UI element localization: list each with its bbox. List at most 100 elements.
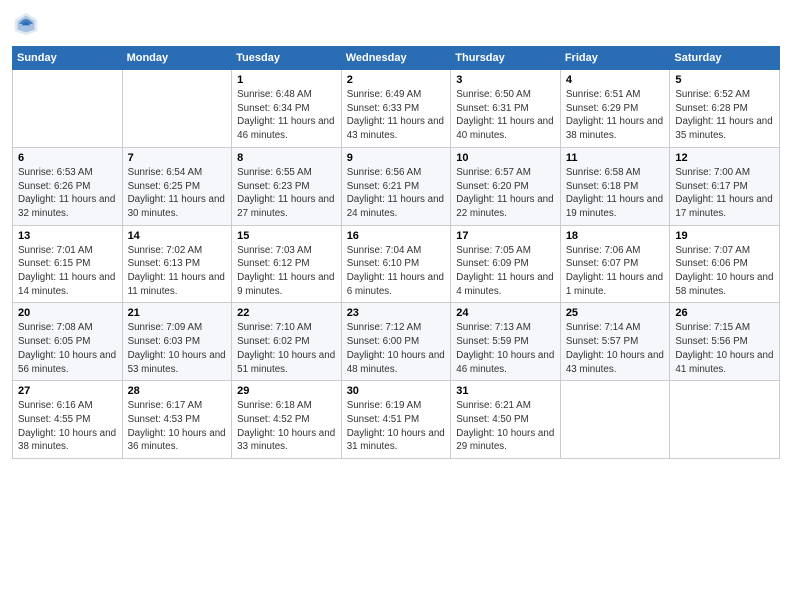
calendar-cell: 31 Sunrise: 6:21 AMSunset: 4:50 PMDayligh… [451, 381, 561, 459]
calendar-cell: 28 Sunrise: 6:17 AMSunset: 4:53 PMDayligh… [122, 381, 232, 459]
day-number: 25 [566, 307, 665, 319]
calendar-cell: 24 Sunrise: 7:13 AMSunset: 5:59 PMDayligh… [451, 303, 561, 381]
day-number: 31 [456, 385, 555, 397]
calendar-cell [122, 70, 232, 148]
calendar-header-saturday: Saturday [670, 47, 780, 70]
day-info: Sunrise: 7:13 AMSunset: 5:59 PMDaylight:… [456, 321, 555, 376]
day-number: 21 [128, 307, 227, 319]
calendar-week-1: 1 Sunrise: 6:48 AMSunset: 6:34 PMDaylight… [13, 70, 780, 148]
calendar-cell: 3 Sunrise: 6:50 AMSunset: 6:31 PMDaylight… [451, 70, 561, 148]
day-info: Sunrise: 6:48 AMSunset: 6:34 PMDaylight:… [237, 88, 336, 143]
day-number: 4 [566, 74, 665, 86]
day-info: Sunrise: 7:00 AMSunset: 6:17 PMDaylight:… [675, 166, 774, 221]
day-info: Sunrise: 6:53 AMSunset: 6:26 PMDaylight:… [18, 166, 117, 221]
calendar-cell [560, 381, 670, 459]
day-number: 14 [128, 230, 227, 242]
calendar-header-sunday: Sunday [13, 47, 123, 70]
logo-icon [12, 10, 40, 38]
day-info: Sunrise: 7:14 AMSunset: 5:57 PMDaylight:… [566, 321, 665, 376]
calendar-week-4: 20 Sunrise: 7:08 AMSunset: 6:05 PMDayligh… [13, 303, 780, 381]
day-number: 23 [347, 307, 446, 319]
calendar-header-thursday: Thursday [451, 47, 561, 70]
calendar-cell: 23 Sunrise: 7:12 AMSunset: 6:00 PMDayligh… [341, 303, 451, 381]
day-number: 16 [347, 230, 446, 242]
day-number: 20 [18, 307, 117, 319]
calendar-cell [13, 70, 123, 148]
day-number: 26 [675, 307, 774, 319]
day-number: 12 [675, 152, 774, 164]
calendar-week-3: 13 Sunrise: 7:01 AMSunset: 6:15 PMDayligh… [13, 225, 780, 303]
calendar-cell: 11 Sunrise: 6:58 AMSunset: 6:18 PMDayligh… [560, 147, 670, 225]
day-number: 27 [18, 385, 117, 397]
day-info: Sunrise: 6:55 AMSunset: 6:23 PMDaylight:… [237, 166, 336, 221]
day-info: Sunrise: 6:19 AMSunset: 4:51 PMDaylight:… [347, 399, 446, 454]
day-number: 3 [456, 74, 555, 86]
day-info: Sunrise: 7:05 AMSunset: 6:09 PMDaylight:… [456, 244, 555, 299]
calendar-cell: 22 Sunrise: 7:10 AMSunset: 6:02 PMDayligh… [232, 303, 342, 381]
calendar-cell: 10Sunrise: 6:57 AMSunset: 6:20 PMDayligh… [451, 147, 561, 225]
day-number: 17 [456, 230, 555, 242]
day-number: 9 [347, 152, 446, 164]
day-number: 19 [675, 230, 774, 242]
logo [12, 10, 44, 38]
day-info: Sunrise: 6:54 AMSunset: 6:25 PMDaylight:… [128, 166, 227, 221]
day-number: 30 [347, 385, 446, 397]
day-info: Sunrise: 7:10 AMSunset: 6:02 PMDaylight:… [237, 321, 336, 376]
calendar-table: SundayMondayTuesdayWednesdayThursdayFrid… [12, 46, 780, 459]
day-number: 28 [128, 385, 227, 397]
day-info: Sunrise: 7:01 AMSunset: 6:15 PMDaylight:… [18, 244, 117, 299]
calendar-cell: 19 Sunrise: 7:07 AMSunset: 6:06 PMDayligh… [670, 225, 780, 303]
calendar-week-5: 27 Sunrise: 6:16 AMSunset: 4:55 PMDayligh… [13, 381, 780, 459]
day-info: Sunrise: 7:07 AMSunset: 6:06 PMDaylight:… [675, 244, 774, 299]
calendar-cell: 25 Sunrise: 7:14 AMSunset: 5:57 PMDayligh… [560, 303, 670, 381]
day-number: 22 [237, 307, 336, 319]
day-info: Sunrise: 7:04 AMSunset: 6:10 PMDaylight:… [347, 244, 446, 299]
day-info: Sunrise: 6:56 AMSunset: 6:21 PMDaylight:… [347, 166, 446, 221]
day-info: Sunrise: 6:49 AMSunset: 6:33 PMDaylight:… [347, 88, 446, 143]
day-info: Sunrise: 6:52 AMSunset: 6:28 PMDaylight:… [675, 88, 774, 143]
calendar-cell: 8 Sunrise: 6:55 AMSunset: 6:23 PMDaylight… [232, 147, 342, 225]
day-number: 2 [347, 74, 446, 86]
header [12, 10, 780, 38]
calendar-cell: 30 Sunrise: 6:19 AMSunset: 4:51 PMDayligh… [341, 381, 451, 459]
calendar-cell: 9 Sunrise: 6:56 AMSunset: 6:21 PMDaylight… [341, 147, 451, 225]
day-info: Sunrise: 6:50 AMSunset: 6:31 PMDaylight:… [456, 88, 555, 143]
day-info: Sunrise: 7:12 AMSunset: 6:00 PMDaylight:… [347, 321, 446, 376]
day-info: Sunrise: 6:16 AMSunset: 4:55 PMDaylight:… [18, 399, 117, 454]
calendar-cell: 14Sunrise: 7:02 AMSunset: 6:13 PMDayligh… [122, 225, 232, 303]
day-info: Sunrise: 6:17 AMSunset: 4:53 PMDaylight:… [128, 399, 227, 454]
calendar-cell: 20 Sunrise: 7:08 AMSunset: 6:05 PMDayligh… [13, 303, 123, 381]
day-info: Sunrise: 6:21 AMSunset: 4:50 PMDaylight:… [456, 399, 555, 454]
calendar-cell: 1 Sunrise: 6:48 AMSunset: 6:34 PMDaylight… [232, 70, 342, 148]
day-number: 7 [128, 152, 227, 164]
day-number: 24 [456, 307, 555, 319]
calendar-header-wednesday: Wednesday [341, 47, 451, 70]
day-number: 10 [456, 152, 555, 164]
calendar-cell [670, 381, 780, 459]
calendar-header-row: SundayMondayTuesdayWednesdayThursdayFrid… [13, 47, 780, 70]
day-number: 11 [566, 152, 665, 164]
day-number: 8 [237, 152, 336, 164]
calendar-header-monday: Monday [122, 47, 232, 70]
day-info: Sunrise: 6:58 AMSunset: 6:18 PMDaylight:… [566, 166, 665, 221]
calendar-cell: 16 Sunrise: 7:04 AMSunset: 6:10 PMDayligh… [341, 225, 451, 303]
calendar-header-tuesday: Tuesday [232, 47, 342, 70]
calendar-cell: 29Sunrise: 6:18 AMSunset: 4:52 PMDayligh… [232, 381, 342, 459]
day-info: Sunrise: 7:08 AMSunset: 6:05 PMDaylight:… [18, 321, 117, 376]
day-info: Sunrise: 7:09 AMSunset: 6:03 PMDaylight:… [128, 321, 227, 376]
calendar-cell: 21 Sunrise: 7:09 AMSunset: 6:03 PMDayligh… [122, 303, 232, 381]
day-number: 13 [18, 230, 117, 242]
day-number: 18 [566, 230, 665, 242]
calendar-cell: 18Sunrise: 7:06 AMSunset: 6:07 PMDayligh… [560, 225, 670, 303]
calendar-week-2: 6Sunrise: 6:53 AMSunset: 6:26 PMDaylight… [13, 147, 780, 225]
day-number: 1 [237, 74, 336, 86]
day-info: Sunrise: 7:03 AMSunset: 6:12 PMDaylight:… [237, 244, 336, 299]
day-info: Sunrise: 7:15 AMSunset: 5:56 PMDaylight:… [675, 321, 774, 376]
calendar-cell: 15 Sunrise: 7:03 AMSunset: 6:12 PMDayligh… [232, 225, 342, 303]
day-number: 29 [237, 385, 336, 397]
day-number: 15 [237, 230, 336, 242]
calendar-cell: 13 Sunrise: 7:01 AMSunset: 6:15 PMDayligh… [13, 225, 123, 303]
calendar-cell: 4Sunrise: 6:51 AMSunset: 6:29 PMDaylight… [560, 70, 670, 148]
calendar-container: SundayMondayTuesdayWednesdayThursdayFrid… [0, 0, 792, 612]
day-number: 5 [675, 74, 774, 86]
